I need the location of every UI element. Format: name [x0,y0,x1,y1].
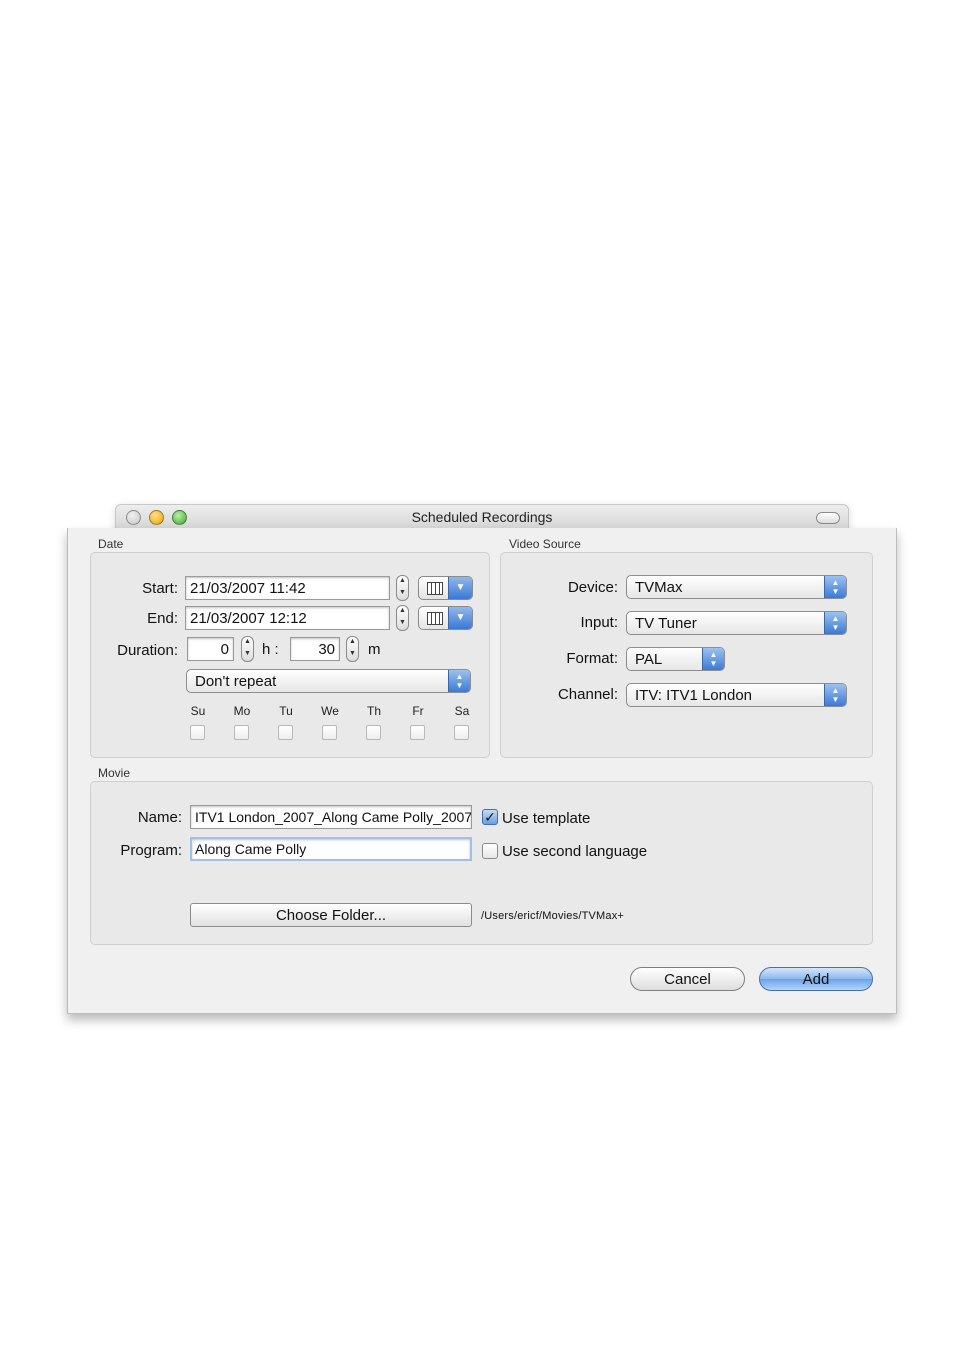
popup-arrows-icon: ▲ ▼ [824,684,846,706]
day-checkbox-th[interactable] [366,725,381,740]
program-field[interactable]: Along Came Polly [190,837,472,861]
day-checkbox-mo[interactable] [234,725,249,740]
add-button[interactable]: Add [759,967,873,991]
duration-label: Duration: [117,642,178,659]
day-label-fr: Fr [412,704,424,718]
input-selected-label: TV Tuner [635,615,697,632]
name-label: Name: [137,809,182,826]
day-label-tu: Tu [279,704,293,718]
folder-path-text: /Users/ericf/Movies/TVMax+ [481,910,625,922]
use-template-checkbox[interactable]: ✓ [482,809,498,825]
window-title: Scheduled Recordings [411,509,553,525]
popup-arrows-icon: ▲ ▼ [702,648,724,670]
program-label: Program: [120,842,182,859]
duration-minutes-field[interactable]: 30 [290,637,340,661]
duration-hours-field[interactable]: 0 [187,637,234,661]
repeat-selected-label: Don't repeat [195,673,277,690]
toolbar-toggle-icon[interactable] [816,512,840,524]
minutes-stepper-icon[interactable]: ▲ ▼ [346,636,359,662]
calendar-icon [427,612,443,625]
movie-name-field[interactable]: ITV1 London_2007_Along Came Polly_2007 [190,805,472,829]
use-template-label: Use template [502,810,591,827]
device-label: Device: [567,579,618,596]
end-calendar-button[interactable]: ▼ [418,606,473,630]
checkmark-icon: ✓ [484,809,496,825]
cancel-button[interactable]: Cancel [630,967,745,991]
day-checkbox-fr[interactable] [410,725,425,740]
day-label-th: Th [366,704,381,718]
second-language-checkbox[interactable] [482,843,498,859]
format-label: Format: [566,650,618,667]
device-selected-label: TVMax [635,579,683,596]
channel-select[interactable]: ITV: ITV1 London ▲ ▼ [626,683,847,707]
video-source-group-title: Video Source [509,537,581,551]
title-bar: Scheduled Recordings [116,505,848,530]
channel-selected-label: ITV: ITV1 London [635,687,753,704]
popup-arrows-icon: ▲ ▼ [824,576,846,598]
chevron-down-icon: ▼ [448,607,472,629]
format-selected-label: PAL [635,651,663,668]
date-group-title: Date [98,537,124,551]
calendar-icon [427,582,443,595]
minutes-unit-label: m [368,641,381,658]
device-select[interactable]: TVMax ▲ ▼ [626,575,847,599]
start-label: Start: [142,580,178,597]
end-stepper-icon[interactable]: ▲ ▼ [396,605,409,631]
scheduled-recording-sheet: Date Start: 21/03/2007 11:42 ▲ ▼ ▼ End: 2… [67,528,897,1014]
start-stepper-icon[interactable]: ▲ ▼ [396,575,409,601]
end-label: End: [147,610,178,627]
day-checkbox-we[interactable] [322,725,337,740]
day-label-we: We [321,704,339,718]
chevron-down-icon: ▼ [448,577,472,599]
start-datetime-field[interactable]: 21/03/2007 11:42 [185,576,390,600]
day-label-su: Su [190,704,206,718]
popup-arrows-icon: ▲ ▼ [448,670,470,692]
day-checkbox-sa[interactable] [454,725,469,740]
channel-label: Channel: [557,686,618,703]
input-label: Input: [580,614,618,631]
hours-unit-label: h : [262,641,279,658]
day-checkbox-su[interactable] [190,725,205,740]
end-datetime-field[interactable]: 21/03/2007 12:12 [185,606,390,630]
choose-folder-button[interactable]: Choose Folder... [190,903,472,927]
day-label-mo: Mo [233,704,251,718]
hours-stepper-icon[interactable]: ▲ ▼ [241,636,254,662]
day-label-sa: Sa [454,704,470,718]
popup-arrows-icon: ▲ ▼ [824,612,846,634]
second-language-label: Use second language [502,843,648,860]
day-checkbox-tu[interactable] [278,725,293,740]
format-select[interactable]: PAL ▲ ▼ [626,647,725,671]
input-select[interactable]: TV Tuner ▲ ▼ [626,611,847,635]
movie-group-title: Movie [98,766,131,780]
start-calendar-button[interactable]: ▼ [418,576,473,600]
repeat-select[interactable]: Don't repeat ▲ ▼ [186,669,471,693]
